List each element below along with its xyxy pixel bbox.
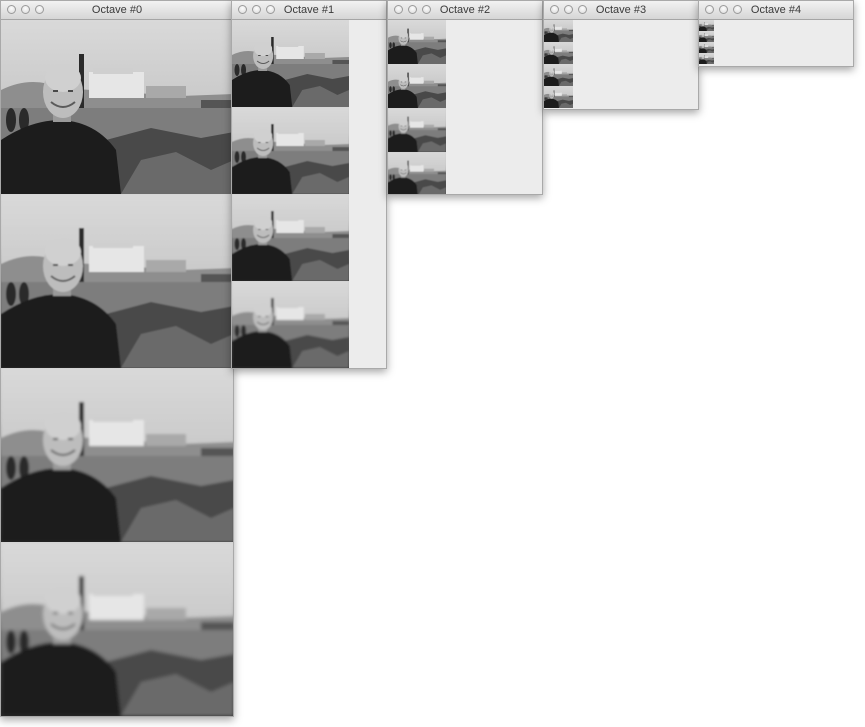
scale-image-3 — [699, 42, 714, 53]
octave-3-images — [544, 20, 698, 109]
photo-image — [544, 64, 573, 86]
octave-3-titlebar[interactable]: Octave #3 — [544, 1, 698, 20]
octave-0-titlebar[interactable]: Octave #0 — [1, 1, 233, 20]
scale-image-1 — [699, 20, 714, 31]
photo-image — [544, 86, 573, 108]
photo-image — [232, 194, 349, 281]
window-title: Octave #3 — [595, 4, 647, 16]
octave-1-images — [232, 20, 386, 368]
photo-image — [388, 152, 446, 194]
scale-image-3 — [1, 368, 233, 542]
window-title: Octave #0 — [91, 4, 143, 16]
octave-2-titlebar[interactable]: Octave #2 — [388, 1, 542, 20]
photo-image — [1, 368, 233, 542]
scale-image-3 — [388, 108, 446, 152]
scale-image-2 — [388, 64, 446, 108]
photo-image — [699, 53, 714, 64]
window-title: Octave #4 — [750, 4, 802, 16]
photo-image — [232, 281, 349, 368]
scale-image-2 — [1, 194, 233, 368]
scale-image-1 — [544, 20, 573, 42]
photo-image — [699, 42, 714, 53]
octave-4-titlebar[interactable]: Octave #4 — [699, 1, 853, 20]
scale-image-4 — [544, 86, 573, 108]
scale-image-4 — [699, 53, 714, 64]
photo-image — [544, 42, 573, 64]
photo-image — [388, 20, 446, 64]
photo-image — [699, 20, 714, 31]
scale-image-2 — [699, 31, 714, 42]
octave-2-images — [388, 20, 542, 194]
scale-image-1 — [232, 20, 349, 107]
scale-image-3 — [232, 194, 349, 281]
scale-image-4 — [388, 152, 446, 194]
octave-0-window: Octave #0 — [0, 0, 234, 717]
octave-3-window: Octave #3 — [543, 0, 699, 110]
scale-image-1 — [388, 20, 446, 64]
scale-image-4 — [232, 281, 349, 368]
octave-1-titlebar[interactable]: Octave #1 — [232, 1, 386, 20]
photo-image — [232, 107, 349, 194]
photo-image — [1, 194, 233, 368]
photo-image — [388, 108, 446, 152]
window-title: Octave #1 — [283, 4, 335, 16]
photo-image — [232, 20, 349, 107]
scale-image-2 — [232, 107, 349, 194]
photo-image — [1, 542, 233, 716]
octave-4-window: Octave #4 — [698, 0, 854, 67]
scale-image-2 — [544, 42, 573, 64]
octave-2-window: Octave #2 — [387, 0, 543, 195]
scale-image-4 — [1, 542, 233, 716]
photo-image — [544, 20, 573, 42]
octave-4-images — [699, 20, 853, 66]
photo-image — [699, 31, 714, 42]
octave-1-window: Octave #1 — [231, 0, 387, 369]
window-title: Octave #2 — [439, 4, 491, 16]
scale-image-3 — [544, 64, 573, 86]
photo-image — [1, 20, 233, 194]
photo-image — [388, 64, 446, 108]
scale-image-1 — [1, 20, 233, 194]
octave-0-images — [1, 20, 233, 716]
